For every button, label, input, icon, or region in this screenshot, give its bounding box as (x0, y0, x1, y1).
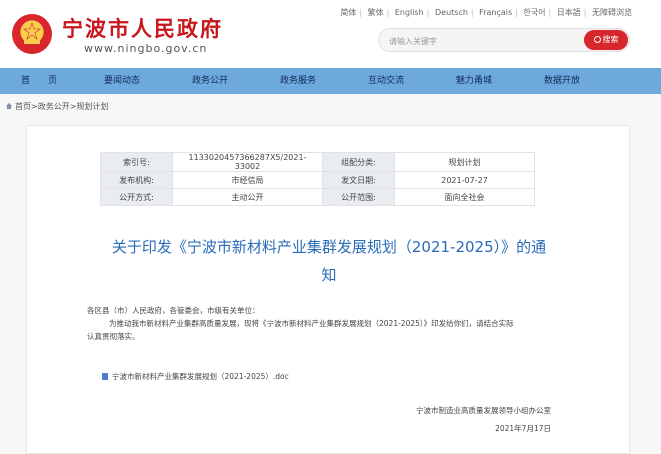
nav-item-interaction[interactable]: 互动交流 (342, 68, 430, 94)
divider: | (548, 8, 552, 17)
meta-value: 1133020457366287X5/2021-33002 (172, 152, 323, 172)
accessibility-link[interactable]: 无障碍浏览 (592, 8, 632, 17)
table-row: 公开方式: 主动公开 公开范围: 面向全社会 (100, 188, 535, 206)
meta-value: 面向全社会 (394, 188, 535, 206)
search-box: 搜索 (378, 28, 630, 52)
nav-item-home[interactable]: 首 页 (0, 68, 78, 94)
national-emblem-logo[interactable] (12, 14, 52, 54)
attachment-link[interactable]: 宁波市新材料产业集群发展规划（2021-2025）.doc (102, 371, 289, 382)
meta-value: 市经信局 (172, 171, 323, 189)
signature-date: 2021年7月17日 (495, 424, 551, 433)
body-paragraph: 为推动我市新材料产业集群高质量发展，现将《宁波市新材料产业集群发展规划（2021… (109, 319, 514, 328)
divider: | (515, 8, 518, 17)
table-row: 索引号: 1133020457366287X5/2021-33002 组配分类:… (100, 152, 535, 172)
signature-org: 宁波市制造业高质量发展领导小组办公室 (416, 406, 551, 415)
site-header: 宁波市人民政府 www.ningbo.gov.cn 简体 | 繁体 | Englis… (0, 0, 661, 68)
meta-value: 规划计划 (394, 152, 535, 172)
divider: | (359, 8, 363, 17)
lang-traditional[interactable]: 繁体 (368, 8, 384, 17)
meta-label: 公开范围: (322, 188, 395, 206)
article-title: 关于印发《宁波市新材料产业集群发展规划（2021-2025）》的通 知 (77, 233, 581, 289)
page: 宁波市人民政府 www.ningbo.gov.cn 简体 | 繁体 | Englis… (0, 0, 661, 454)
article-title-line: 知 (321, 266, 337, 284)
nav-item-gov-affairs[interactable]: 政务公开 (166, 68, 254, 94)
document-icon (102, 373, 108, 380)
divider: | (426, 8, 430, 17)
search-input[interactable] (389, 33, 579, 49)
signature-block: 宁波市制造业高质量发展领导小组办公室 2021年7月17日 (416, 402, 551, 438)
site-url: www.ningbo.gov.cn (84, 42, 208, 55)
lang-japanese[interactable]: 日本語 (557, 8, 581, 17)
site-title[interactable]: 宁波市人民政府 (62, 13, 223, 43)
body-paragraph-continuation: 认真贯彻落实。 (87, 332, 140, 341)
breadcrumb: 首页>政务公开>规划计划 (6, 101, 108, 112)
meta-value: 主动公开 (172, 188, 323, 206)
breadcrumb-text[interactable]: 首页>政务公开>规划计划 (15, 102, 108, 111)
main-nav: 首 页 要闻动态 政务公开 政务服务 互动交流 魅力甬城 数据开放 (0, 68, 661, 94)
home-icon (6, 103, 12, 109)
lang-simplified[interactable]: 简体 (340, 8, 356, 17)
meta-label: 发文日期: (322, 171, 395, 189)
meta-value: 2021-07-27 (394, 171, 535, 189)
nav-item-news[interactable]: 要闻动态 (78, 68, 166, 94)
article-title-line: 关于印发《宁波市新材料产业集群发展规划（2021-2025）》的通 (111, 238, 547, 256)
article-card: 索引号: 1133020457366287X5/2021-33002 组配分类:… (26, 125, 630, 454)
lang-deutsch[interactable]: Deutsch (435, 8, 468, 17)
nav-item-services[interactable]: 政务服务 (254, 68, 342, 94)
language-bar: 简体 | 繁体 | English | Deutsch | Français | 한국어 |… (337, 7, 635, 18)
meta-label: 发布机构: (100, 171, 173, 189)
search-button-label: 搜索 (602, 35, 619, 44)
article-body: 各区县（市）人民政府，各管委会，市级有关单位： 为推动我市新材料产业集群高质量发… (87, 304, 587, 343)
lang-english[interactable]: English (395, 8, 424, 17)
divider: | (386, 8, 390, 17)
divider: | (470, 8, 474, 17)
lang-francais[interactable]: Français (479, 8, 512, 17)
meta-label: 索引号: (100, 152, 173, 172)
nav-item-city[interactable]: 魅力甬城 (430, 68, 518, 94)
meta-label: 公开方式: (100, 188, 173, 206)
meta-label: 组配分类: (322, 152, 395, 172)
search-icon (593, 36, 601, 43)
lang-korean[interactable]: 한국어 (523, 8, 545, 17)
divider: | (583, 8, 587, 17)
salutation: 各区县（市）人民政府，各管委会，市级有关单位： (87, 306, 260, 315)
table-row: 发布机构: 市经信局 发文日期: 2021-07-27 (100, 171, 535, 189)
document-meta-table: 索引号: 1133020457366287X5/2021-33002 组配分类:… (100, 152, 535, 206)
attachment-filename[interactable]: 宁波市新材料产业集群发展规划（2021-2025）.doc (112, 372, 289, 381)
search-button[interactable]: 搜索 (584, 30, 628, 50)
nav-item-open-data[interactable]: 数据开放 (518, 68, 606, 94)
